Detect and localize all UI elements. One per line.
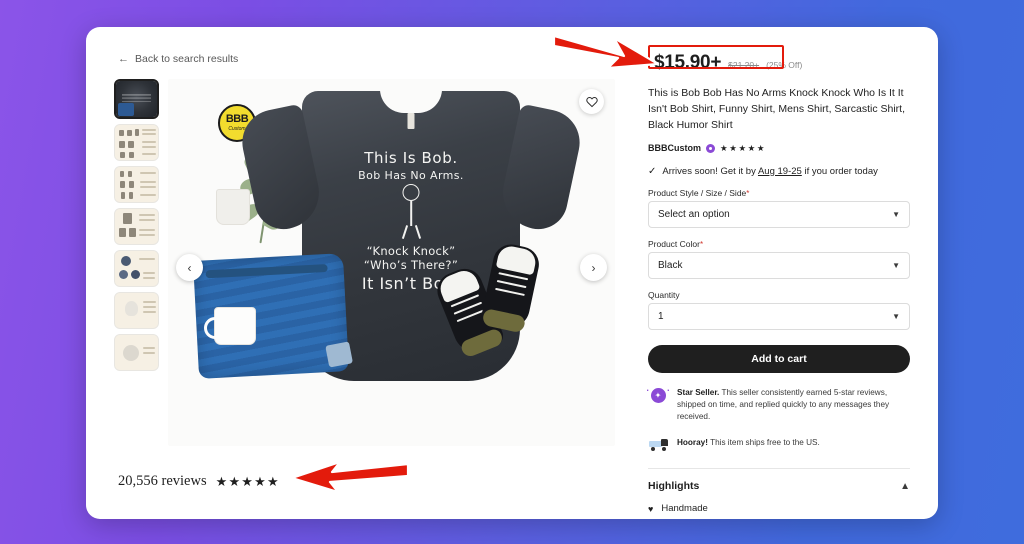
discount-label: (25% Off) xyxy=(766,60,803,70)
free-shipping-info: Hooray! This item ships free to the US. xyxy=(648,437,910,452)
highlight-item-label: Handmade xyxy=(661,503,708,515)
thumb-swatches[interactable] xyxy=(114,250,159,287)
chevron-left-icon: ‹ xyxy=(187,260,192,275)
original-price: $21.20+ xyxy=(728,60,760,70)
thumb-size-chart-1[interactable] xyxy=(114,124,159,161)
bbb-badge-title: BBB xyxy=(225,113,249,125)
thumb-detail-1[interactable] xyxy=(114,292,159,329)
thumb-detail-2[interactable] xyxy=(114,334,159,371)
delivery-text-pre: Arrives soon! Get it by xyxy=(662,165,758,177)
print-line-2: Bob Has No Arms. xyxy=(358,169,464,182)
current-price: $15.90+ xyxy=(654,52,722,73)
color-required-marker: * xyxy=(699,239,704,249)
delivery-text-post: if you order today xyxy=(801,165,878,177)
back-to-search-results-link[interactable]: ← Back to search results xyxy=(118,53,238,65)
style-select[interactable]: Select an option ▼ xyxy=(648,200,910,228)
seller-rating-stars: ★★★★★ xyxy=(720,142,767,153)
shirt-tag xyxy=(407,113,415,129)
planter-decoration xyxy=(216,189,250,225)
chevron-down-icon: ▼ xyxy=(892,311,900,321)
quantity-select[interactable]: 1 ▼ xyxy=(648,302,910,330)
free-shipping-text: Hooray! This item ships free to the US. xyxy=(677,437,820,451)
stick-figure-icon xyxy=(302,184,520,240)
product-title: This is Bob Bob Has No Arms Knock Knock … xyxy=(648,87,906,131)
chevron-up-icon: ▲ xyxy=(900,480,910,492)
chevron-down-icon: ▼ xyxy=(892,209,900,219)
shipping-title: Hooray! xyxy=(677,438,708,448)
mug-prop xyxy=(204,307,256,345)
price-row: $15.90+ $21.20+ (25% Off) xyxy=(648,49,910,78)
section-divider xyxy=(648,468,910,470)
color-select-value: Black xyxy=(658,259,683,271)
highlight-item-handmade: ♥ Handmade xyxy=(648,503,910,514)
color-label-text: Product Color xyxy=(648,238,700,249)
product-details-panel: $15.90+ $21.20+ (25% Off) This is Bob Bo… xyxy=(648,49,910,514)
quantity-select-value: 1 xyxy=(658,310,664,322)
highlights-heading: Highlights xyxy=(648,480,700,493)
gallery-next-button[interactable]: › xyxy=(580,254,607,281)
style-label-text: Product Style / Size / Side xyxy=(648,187,747,198)
quantity-field-label: Quantity xyxy=(648,289,680,300)
chevron-down-icon: ▼ xyxy=(892,260,900,270)
arrow-left-icon: ← xyxy=(118,52,129,65)
chevron-right-icon: › xyxy=(591,260,596,275)
check-icon: ✓ xyxy=(648,165,657,177)
handmade-icon: ♥ xyxy=(648,503,654,514)
favorite-button[interactable] xyxy=(579,89,604,114)
back-link-label: Back to search results xyxy=(135,53,239,65)
browser-card: ← Back to search results BBB Custom This… xyxy=(86,27,938,519)
star-seller-title: Star Seller. xyxy=(677,387,720,397)
reviews-summary[interactable]: 20,556 reviews ★★★★★ xyxy=(118,473,280,490)
seller-name: BBBCustom xyxy=(648,143,701,154)
heart-icon xyxy=(585,96,598,107)
style-required-marker: * xyxy=(746,188,750,198)
style-select-value: Select an option xyxy=(658,208,730,220)
thumb-color-options[interactable] xyxy=(114,208,159,245)
delivery-text: Arrives soon! Get it by Aug 19-25 if you… xyxy=(662,166,877,177)
thumb-product-photo[interactable] xyxy=(114,79,159,119)
star-seller-text: Star Seller. This seller consistently ea… xyxy=(677,387,910,423)
star-seller-info: ✦ Star Seller. This seller consistently … xyxy=(648,387,910,423)
color-select[interactable]: Black ▼ xyxy=(648,251,910,279)
thumb-size-chart-2[interactable] xyxy=(114,166,159,203)
delivery-estimate: ✓ Arrives soon! Get it by Aug 19-25 if y… xyxy=(648,166,910,177)
reviews-stars: ★★★★★ xyxy=(215,473,280,489)
style-field-label: Product Style / Size / Side* xyxy=(648,188,910,198)
main-product-image[interactable]: BBB Custom This Is Bob. Bob Has No Arms.… xyxy=(168,79,615,446)
reviews-count: 20,556 reviews xyxy=(118,473,207,489)
shipping-body: This item ships free to the US. xyxy=(707,438,820,448)
star-seller-badge-icon xyxy=(706,143,715,153)
gallery-prev-button[interactable]: ‹ xyxy=(176,254,203,281)
truck-icon xyxy=(648,437,668,452)
star-seal-icon: ✦ xyxy=(648,387,668,423)
seller-row[interactable]: BBBCustom ★★★★★ xyxy=(648,143,910,154)
thumbnail-strip xyxy=(114,79,159,371)
color-field-label: Product Color* xyxy=(648,239,910,249)
add-to-cart-button[interactable]: Add to cart xyxy=(648,344,910,373)
print-line-1: This Is Bob. xyxy=(364,149,458,167)
delivery-date: Aug 19-25 xyxy=(757,165,802,177)
highlights-header[interactable]: Highlights ▲ xyxy=(648,480,910,492)
